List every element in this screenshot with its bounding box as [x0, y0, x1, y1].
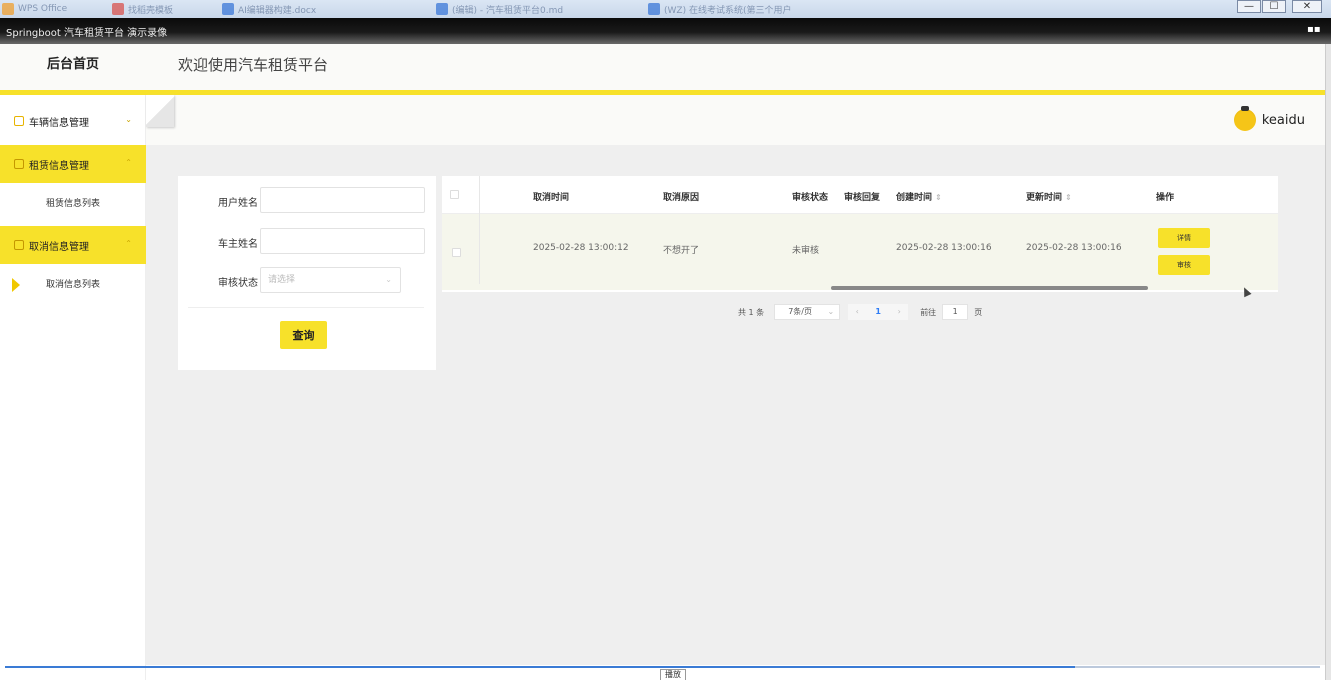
- sidebar-item-label: 车辆信息管理: [29, 117, 89, 129]
- os-tab-doc-2[interactable]: (编辑) - 汽车租赁平台0.md: [436, 2, 563, 16]
- active-arrow-icon: [12, 278, 20, 292]
- home-title[interactable]: 后台首页: [0, 44, 146, 92]
- next-page-button[interactable]: ›: [890, 304, 909, 320]
- row-checkbox[interactable]: [452, 248, 461, 257]
- horizontal-scrollbar[interactable]: [831, 286, 1148, 290]
- sidebar-subitem-rental-list[interactable]: 租赁信息列表: [0, 186, 146, 222]
- chevron-down-icon: ⌄: [125, 115, 132, 124]
- user-name-input[interactable]: [260, 187, 425, 213]
- collapse-toggle-icon[interactable]: [146, 95, 174, 127]
- player-progress-bar[interactable]: [5, 666, 1075, 668]
- divider: [188, 307, 424, 308]
- col-label: 更新时间: [1026, 193, 1063, 203]
- grid-icon[interactable]: ▪▪: [1307, 25, 1321, 37]
- sidebar-item-cancel-info[interactable]: 取消信息管理 ⌃: [0, 226, 146, 264]
- page-size-value: 7条/页: [788, 307, 812, 316]
- sidebar-subitem-cancel-list[interactable]: 取消信息列表: [0, 267, 146, 303]
- user-name: keaidu: [1261, 112, 1305, 128]
- col-label: 创建时间: [896, 193, 933, 203]
- col-cancel-reason: 取消原因: [663, 193, 700, 203]
- sort-icon[interactable]: ⇕: [1065, 193, 1072, 202]
- audit-status-label: 审核状态: [218, 278, 258, 289]
- os-tab-doc-3[interactable]: (WZ) 在线考试系统(第三个用户: [648, 2, 791, 16]
- col-updated-time[interactable]: 更新时间 ⇕: [1026, 190, 1072, 203]
- col-cancel-time: 取消时间: [533, 193, 570, 203]
- goto-page-input[interactable]: 1: [942, 304, 969, 320]
- search-panel: 用户姓名 车主姓名 审核状态 请选择 ⌄ 查询: [178, 176, 436, 370]
- os-taskbar: WPS Office 找稻壳模板 AI编辑器构建.docx (编辑) - 汽车租…: [0, 0, 1331, 18]
- table-row: 2025-02-28 13:00:12 不想开了 未审核 2025-02-28 …: [442, 214, 1278, 290]
- select-placeholder: 请选择: [268, 275, 296, 285]
- player-progress-remaining[interactable]: [1075, 666, 1320, 668]
- player-title: Springboot 汽车租赁平台 演示录像: [6, 28, 168, 39]
- doc-icon: [436, 3, 448, 15]
- os-tab-label: (WZ) 在线考试系统(第三个用户: [664, 5, 792, 16]
- sidebar-item-label: 取消信息管理: [29, 241, 89, 253]
- user-menu[interactable]: keaidu: [1233, 106, 1305, 131]
- wps-icon: [2, 3, 14, 15]
- doc-icon: [222, 3, 234, 15]
- os-tab-label: AI编辑器构建.docx: [238, 5, 317, 16]
- pagination: 共 1 条 7条/页 ⌄ ‹ 1 › 前往 1 页: [738, 304, 982, 320]
- cell-cancel-reason: 不想开了: [663, 246, 700, 256]
- avatar: [1233, 106, 1256, 131]
- table-header: 取消时间 取消原因 审核状态 审核回复 创建时间 ⇕ 更新时间 ⇕ 操作: [442, 176, 1278, 214]
- app-header: 后台首页 欢迎使用汽车租赁平台: [0, 44, 1325, 92]
- sidebar-item-vehicle-info[interactable]: 车辆信息管理 ⌄: [0, 102, 146, 140]
- column-divider: [479, 176, 480, 284]
- maximize-button[interactable]: ☐: [1262, 0, 1286, 13]
- audit-status-select[interactable]: 请选择 ⌄: [260, 267, 401, 293]
- pagination-total: 共 1 条: [738, 307, 765, 317]
- owner-name-input[interactable]: [260, 228, 425, 254]
- cell-cancel-time: 2025-02-28 13:00:12: [533, 243, 629, 253]
- goto-label: 前往: [920, 307, 937, 317]
- col-audit-reply: 审核回复: [844, 193, 881, 203]
- os-tab-label: 找稻壳模板: [128, 5, 174, 16]
- chevron-up-icon: ⌃: [125, 158, 132, 167]
- main-content: keaidu 用户姓名 车主姓名 审核状态 请选择 ⌄ 查询 取消时间 取消原因…: [146, 95, 1325, 665]
- chevron-down-icon: ⌄: [827, 307, 835, 316]
- os-tab-wps[interactable]: WPS Office: [2, 2, 67, 16]
- menu-icon: [14, 240, 24, 250]
- menu-icon: [14, 159, 24, 169]
- minimize-button[interactable]: —: [1237, 0, 1261, 13]
- detail-button[interactable]: 详情: [1158, 228, 1210, 248]
- prev-page-button[interactable]: ‹: [848, 304, 867, 320]
- player-title-bar: Springboot 汽车租赁平台 演示录像 ▪▪: [0, 18, 1331, 44]
- audit-button[interactable]: 审核: [1158, 255, 1210, 275]
- cell-audit-status: 未审核: [792, 246, 820, 256]
- col-actions: 操作: [1156, 193, 1175, 203]
- os-tab-doc-1[interactable]: AI编辑器构建.docx: [222, 2, 316, 16]
- doc-icon: [648, 3, 660, 15]
- select-all-checkbox[interactable]: [450, 190, 459, 199]
- col-created-time[interactable]: 创建时间 ⇕: [896, 190, 942, 203]
- chevron-up-icon: ⌃: [125, 239, 132, 248]
- col-audit-status: 审核状态: [792, 193, 829, 203]
- user-name-label: 用户姓名: [218, 198, 258, 209]
- os-tab-docer[interactable]: 找稻壳模板: [112, 2, 173, 16]
- page-unit-label: 页: [974, 307, 983, 317]
- sidebar-item-label: 租赁信息管理: [29, 160, 89, 172]
- owner-name-label: 车主姓名: [218, 239, 258, 250]
- page-size-select[interactable]: 7条/页 ⌄: [774, 304, 841, 320]
- page-title: 欢迎使用汽车租赁平台: [178, 56, 329, 74]
- data-table: 取消时间 取消原因 审核状态 审核回复 创建时间 ⇕ 更新时间 ⇕ 操作 202…: [442, 176, 1278, 292]
- os-tab-label: WPS Office: [18, 4, 68, 14]
- content-top-bar: keaidu: [146, 95, 1325, 145]
- menu-icon: [14, 116, 24, 126]
- cell-created-time: 2025-02-28 13:00:16: [896, 243, 992, 253]
- window-edge: [1325, 44, 1331, 680]
- cell-updated-time: 2025-02-28 13:00:16: [1026, 243, 1122, 253]
- play-button[interactable]: 播放: [660, 669, 686, 680]
- chevron-down-icon: ⌄: [385, 275, 392, 284]
- close-button[interactable]: ✕: [1292, 0, 1322, 13]
- os-tab-label: (编辑) - 汽车租赁平台0.md: [452, 5, 564, 16]
- query-button[interactable]: 查询: [280, 321, 327, 349]
- docer-icon: [112, 3, 124, 15]
- sidebar-item-label: 取消信息列表: [45, 280, 100, 290]
- sidebar-item-rental-info[interactable]: 租赁信息管理 ⌃: [0, 145, 146, 183]
- sort-icon[interactable]: ⇕: [935, 193, 942, 202]
- page-number[interactable]: 1: [866, 304, 891, 320]
- sidebar: 车辆信息管理 ⌄ 租赁信息管理 ⌃ 租赁信息列表 取消信息管理 ⌃ 取消信息列表: [0, 95, 146, 680]
